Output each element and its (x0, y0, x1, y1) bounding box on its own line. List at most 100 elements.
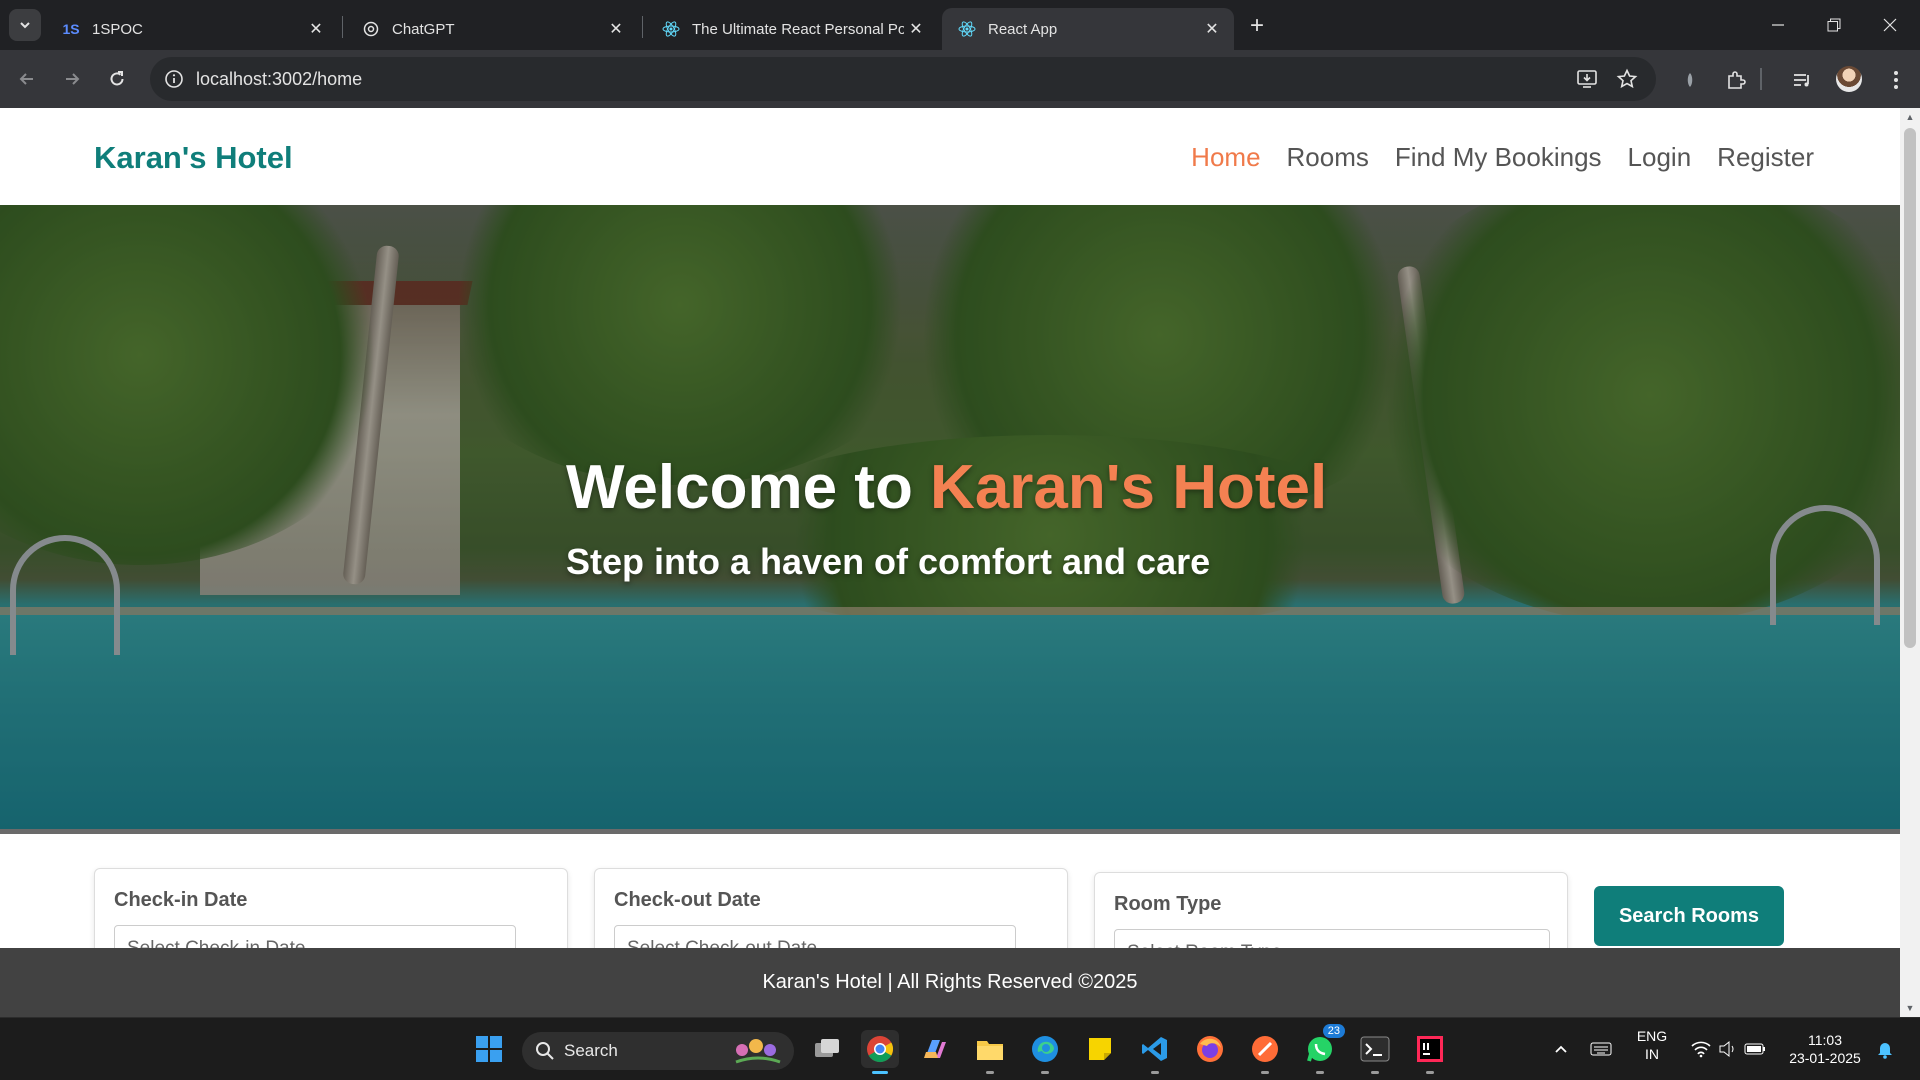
minimize-icon (1772, 24, 1784, 26)
install-app-icon[interactable] (1576, 68, 1598, 90)
roomtype-label: Room Type (1114, 893, 1222, 915)
tab-separator (642, 16, 643, 38)
site-nav: Home Rooms Find My Bookings Login Regist… (1191, 142, 1814, 173)
reload-button[interactable] (102, 64, 132, 94)
tab-title: React App (988, 20, 1058, 38)
search-rooms-button[interactable]: Search Rooms (1594, 886, 1784, 946)
taskbar-sticky-notes[interactable] (1081, 1030, 1119, 1068)
taskbar-terminal[interactable] (1356, 1030, 1394, 1074)
site-footer: Karan's Hotel | All Rights Reserved ©202… (0, 948, 1900, 1017)
battery-icon (1744, 1043, 1765, 1055)
site-info-icon[interactable] (164, 69, 184, 94)
firefox-icon (1197, 1036, 1223, 1062)
postman-icon (1252, 1036, 1278, 1062)
tab-chatgpt[interactable]: ChatGPT ✕ (346, 8, 638, 50)
tab-search-button[interactable] (9, 9, 41, 41)
notifications-button[interactable] (1866, 1030, 1904, 1068)
close-tab-icon[interactable]: ✕ (304, 17, 328, 41)
restore-button[interactable] (1806, 0, 1862, 50)
nav-login[interactable]: Login (1628, 142, 1692, 173)
scroll-up-icon[interactable]: ▲ (1905, 112, 1915, 122)
forward-button[interactable] (57, 64, 87, 94)
taskbar-chrome[interactable] (861, 1030, 899, 1074)
clock[interactable]: 11:03 23-01-2025 (1780, 1031, 1870, 1067)
nav-register[interactable]: Register (1717, 142, 1814, 173)
url-text: localhost:3002/home (196, 69, 363, 89)
scrollbar-thumb[interactable] (1904, 128, 1916, 648)
search-highlight-flowers-icon (735, 1039, 781, 1064)
quick-settings-button[interactable] (1678, 1030, 1778, 1068)
taskbar-file-explorer[interactable] (971, 1030, 1009, 1074)
task-view-button[interactable] (808, 1030, 846, 1068)
site-header: Karan's Hotel Home Rooms Find My Booking… (0, 108, 1900, 205)
new-tab-button[interactable]: + (1243, 12, 1271, 40)
chevron-down-icon (20, 22, 30, 29)
extensions-puzzle-icon[interactable] (1724, 68, 1748, 92)
1spoc-favicon-icon: 1S (62, 21, 80, 37)
scroll-down-icon[interactable]: ▼ (1905, 1003, 1915, 1013)
page-scrollbar[interactable]: ▲ ▼ (1900, 108, 1920, 1017)
taskbar-postman[interactable] (1246, 1030, 1284, 1074)
taskbar-edge[interactable] (1026, 1030, 1064, 1074)
windows-taskbar: Search 23 ENG IN 11:03 23-01-2025 (0, 1017, 1920, 1080)
bookmark-star-icon[interactable] (1616, 68, 1638, 90)
chrome-icon (867, 1036, 894, 1063)
page-viewport: Karan's Hotel Home Rooms Find My Booking… (0, 108, 1900, 1017)
taskbar-copilot[interactable] (916, 1030, 954, 1068)
keyboard-icon (1590, 1042, 1612, 1056)
extension-icon[interactable] (1678, 68, 1702, 92)
taskbar-search[interactable]: Search (522, 1032, 794, 1070)
nav-rooms[interactable]: Rooms (1287, 142, 1369, 173)
profile-avatar[interactable] (1836, 66, 1862, 92)
tab-separator (342, 16, 343, 38)
restore-icon (1827, 18, 1841, 32)
close-tab-icon[interactable]: ✕ (904, 17, 928, 41)
back-button[interactable] (12, 64, 42, 94)
minimize-button[interactable] (1750, 0, 1806, 50)
chevron-up-icon (1555, 1045, 1567, 1053)
hero-subtitle: Step into a haven of comfort and care (566, 541, 1211, 582)
task-view-icon (815, 1039, 839, 1057)
touch-keyboard-button[interactable] (1582, 1030, 1620, 1068)
intellij-icon (1417, 1036, 1443, 1062)
clock-date: 23-01-2025 (1789, 1050, 1861, 1066)
tab-1spoc[interactable]: 1S 1SPOC ✕ (46, 8, 338, 50)
close-tab-icon[interactable]: ✕ (1200, 17, 1224, 41)
toolbar-divider (1760, 68, 1762, 90)
whatsapp-icon (1307, 1037, 1332, 1062)
browser-menu-icon[interactable] (1884, 68, 1908, 92)
tab-title: 1SPOC (92, 20, 143, 38)
site-brand[interactable]: Karan's Hotel (94, 140, 293, 176)
reload-icon (110, 71, 124, 86)
forward-arrow-icon (66, 73, 80, 85)
taskbar-whatsapp[interactable]: 23 (1301, 1024, 1345, 1074)
show-hidden-icons-button[interactable] (1542, 1030, 1580, 1068)
checkout-label: Check-out Date (614, 889, 761, 911)
language-code: ENG (1636, 1028, 1668, 1044)
taskbar-intellij[interactable] (1411, 1030, 1449, 1074)
edge-icon (1032, 1036, 1058, 1062)
tab-react-app[interactable]: React App ✕ (942, 8, 1234, 50)
vscode-icon (1142, 1037, 1167, 1061)
bell-icon (1878, 1043, 1892, 1059)
browser-tabstrip: 1S 1SPOC ✕ ChatGPT ✕ The Ultimate React … (0, 0, 1920, 50)
media-controls-icon[interactable] (1790, 68, 1814, 92)
input-language[interactable]: ENG IN (1628, 1027, 1676, 1063)
search-icon (536, 1042, 554, 1060)
close-tab-icon[interactable]: ✕ (604, 17, 628, 41)
nav-find-my-bookings[interactable]: Find My Bookings (1395, 142, 1602, 173)
taskbar-firefox[interactable] (1191, 1030, 1229, 1068)
tab-title: ChatGPT (392, 20, 455, 38)
hero-title-accent: Karan's Hotel (930, 453, 1328, 522)
close-window-button[interactable] (1862, 0, 1918, 50)
chatgpt-favicon-icon (362, 20, 380, 38)
region-code: IN (1645, 1046, 1659, 1062)
wifi-icon (1691, 1041, 1711, 1058)
nav-home[interactable]: Home (1191, 142, 1260, 173)
taskbar-vscode[interactable] (1136, 1030, 1174, 1074)
start-button[interactable] (470, 1030, 508, 1068)
hero-banner: Welcome to Karan's Hotel Step into a hav… (0, 205, 1900, 829)
volume-icon (1719, 1040, 1734, 1058)
tab-react-portfolio[interactable]: The Ultimate React Personal Por ✕ (646, 8, 938, 50)
address-bar[interactable]: localhost:3002/home (150, 57, 1656, 101)
